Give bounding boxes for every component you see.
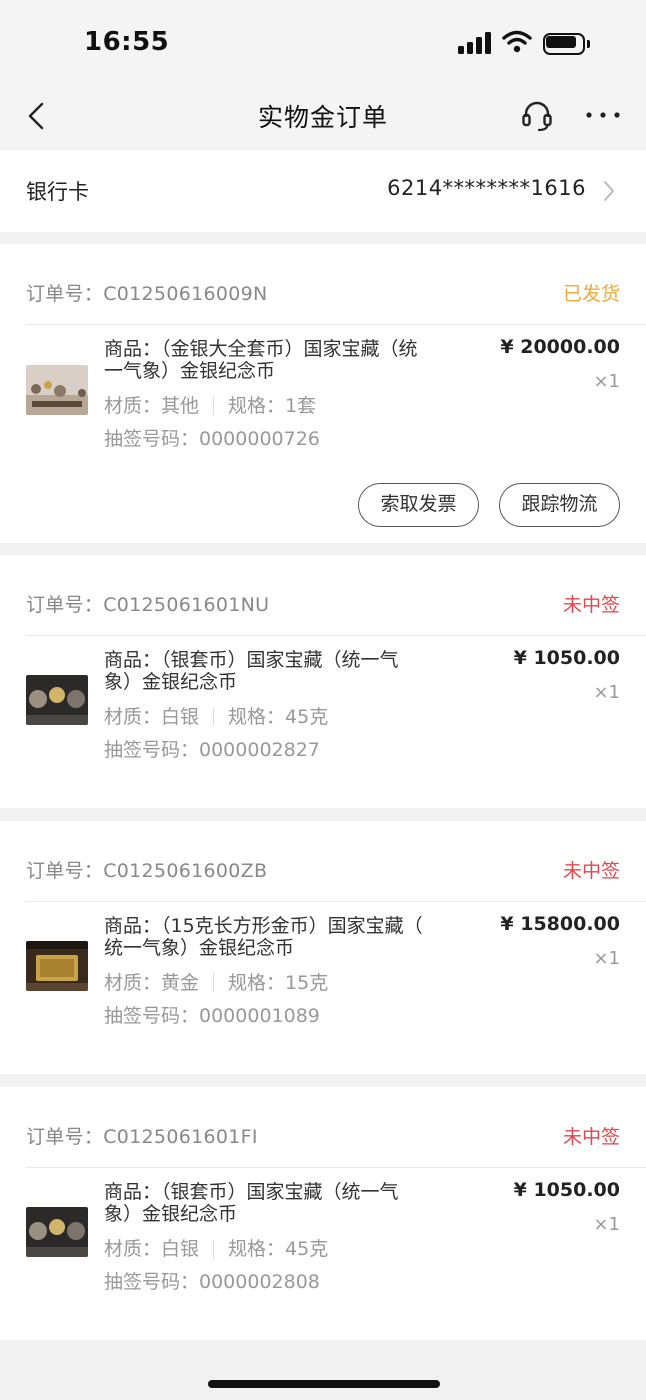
order-header: 订单号：C0125061601FI 未中签 xyxy=(0,1087,646,1167)
spec: 规格：15克 xyxy=(228,972,329,994)
wifi-icon xyxy=(502,30,532,53)
product-attributes: 材质：白银 规格：45克 xyxy=(104,702,328,729)
home-indicator[interactable] xyxy=(208,1380,440,1388)
price: ¥ 20000.00 xyxy=(500,336,620,358)
price: ¥ 1050.00 xyxy=(513,647,620,669)
product-name: 商品：（银套币）国家宝藏（统一气 象）金银纪念币 xyxy=(104,1181,399,1225)
order-number: 订单号：C0125061600ZB xyxy=(26,860,268,882)
product-thumbnail xyxy=(26,941,88,991)
divider xyxy=(26,324,646,325)
lottery-number: 抽签号码：0000002808 xyxy=(104,1271,320,1293)
lottery-number: 抽签号码：0000002827 xyxy=(104,739,320,761)
material: 材质：其他 xyxy=(104,395,200,417)
product-name: 商品：（15克长方形金币）国家宝藏（ 统一气象）金银纪念币 xyxy=(104,915,423,959)
bank-card-row[interactable]: 银行卡 6214********1616 xyxy=(0,150,646,232)
order-header: 订单号：C0125061600ZB 未中签 xyxy=(0,821,646,901)
quantity: ×1 xyxy=(593,371,620,392)
order-status: 未中签 xyxy=(562,860,620,882)
spec: 规格：1套 xyxy=(228,395,317,417)
nav-bar: 实物金订单 xyxy=(0,88,646,146)
order-number: 订单号：C0125061601NU xyxy=(26,594,270,616)
quantity: ×1 xyxy=(593,1214,620,1235)
order-number: 订单号：C01250616009N xyxy=(26,283,268,305)
product-attributes: 材质：白银 规格：45克 xyxy=(104,1234,328,1261)
spec: 规格：45克 xyxy=(228,1238,329,1260)
product-thumbnail xyxy=(26,365,88,415)
divider xyxy=(26,901,646,902)
request-invoice-button[interactable]: 索取发票 xyxy=(358,483,479,527)
battery-icon xyxy=(543,33,591,55)
order-status: 未中签 xyxy=(562,1126,620,1148)
divider xyxy=(26,635,646,636)
bank-card-number: 6214********1616 xyxy=(387,176,586,200)
spec: 规格：45克 xyxy=(228,706,329,728)
price: ¥ 1050.00 xyxy=(513,1179,620,1201)
chevron-right-icon xyxy=(604,181,614,201)
track-logistics-button[interactable]: 跟踪物流 xyxy=(499,483,620,527)
material: 材质：白银 xyxy=(104,706,200,728)
product-attributes: 材质：其他 规格：1套 xyxy=(104,391,316,418)
order-header: 订单号：C0125061601NU 未中签 xyxy=(0,555,646,635)
order-header: 订单号：C01250616009N 已发货 xyxy=(0,244,646,324)
divider xyxy=(26,1167,646,1168)
quantity: ×1 xyxy=(593,682,620,703)
product-thumbnail xyxy=(26,1207,88,1257)
price: ¥ 15800.00 xyxy=(500,913,620,935)
order-status: 已发货 xyxy=(562,283,620,305)
product-attributes: 材质：黄金 规格：15克 xyxy=(104,968,328,995)
cellular-signal-icon xyxy=(458,32,492,54)
order-status: 未中签 xyxy=(562,594,620,616)
material: 材质：白银 xyxy=(104,1238,200,1260)
order-card[interactable]: 订单号：C0125061600ZB 未中签 商品：（15克长方形金币）国家宝藏（… xyxy=(0,821,646,1074)
order-card[interactable]: 订单号：C01250616009N 已发货 商品：（金银大全套币）国家宝藏（统 … xyxy=(0,244,646,543)
order-card[interactable]: 订单号：C0125061601FI 未中签 商品：（银套币）国家宝藏（统一气 象… xyxy=(0,1087,646,1340)
quantity: ×1 xyxy=(593,948,620,969)
product-name: 商品：（金银大全套币）国家宝藏（统 一气象）金银纪念币 xyxy=(104,338,418,382)
product-name: 商品：（银套币）国家宝藏（统一气 象）金银纪念币 xyxy=(104,649,399,693)
status-bar: 16:55 xyxy=(0,0,646,88)
customer-service-headset-icon[interactable] xyxy=(518,97,556,135)
lottery-number: 抽签号码：0000001089 xyxy=(104,1005,320,1027)
product-thumbnail xyxy=(26,675,88,725)
order-card[interactable]: 订单号：C0125061601NU 未中签 商品：（银套币）国家宝藏（统一气 象… xyxy=(0,555,646,808)
more-options-icon[interactable] xyxy=(582,98,624,132)
order-number: 订单号：C0125061601FI xyxy=(26,1126,258,1148)
status-time: 16:55 xyxy=(84,27,170,57)
bank-card-label: 银行卡 xyxy=(26,180,89,204)
material: 材质：黄金 xyxy=(104,972,200,994)
lottery-number: 抽签号码：0000000726 xyxy=(104,428,320,450)
